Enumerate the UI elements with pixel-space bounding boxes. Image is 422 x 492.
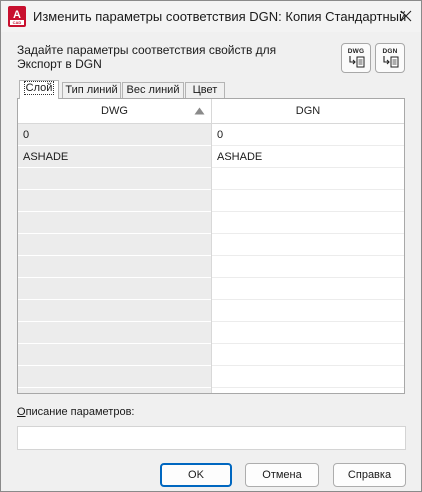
table-row[interactable]: ASHADE [212, 146, 404, 168]
tab-linetype[interactable]: Тип линий [62, 82, 121, 98]
empty-row [212, 212, 404, 234]
empty-row [212, 234, 404, 256]
dwg-cell: ASHADE [23, 151, 69, 163]
tab-layer-label: Слой [23, 81, 55, 95]
dgn-cell: 0 [217, 129, 224, 141]
empty-row [18, 212, 211, 234]
instruction-text: Задайте параметры соответствия свойств д… [17, 43, 277, 71]
close-button[interactable] [393, 4, 419, 28]
help-button[interactable]: Справка [333, 463, 406, 487]
description-label-text: писание параметров: [25, 406, 135, 418]
table-row[interactable]: 0 [212, 124, 404, 146]
dgn-convert-icon [383, 56, 399, 68]
empty-row [212, 300, 404, 322]
table-row[interactable]: ASHADE [18, 146, 211, 168]
cancel-button[interactable]: Отмена [245, 463, 319, 487]
dgn-column-header[interactable]: DGN [212, 99, 404, 124]
svg-text:CAD: CAD [13, 20, 22, 25]
empty-row [212, 322, 404, 344]
ok-button[interactable]: OK [160, 463, 232, 487]
dwg-column: DWG 0 ASHADE [18, 99, 211, 393]
dgn-column-header-label: DGN [295, 105, 321, 117]
empty-row [212, 256, 404, 278]
empty-row [212, 278, 404, 300]
dwg-convert-icon [349, 56, 365, 68]
title-bar: A CAD Изменить параметры соответствия DG… [1, 1, 421, 32]
autocad-icon: A CAD [8, 6, 26, 27]
svg-text:A: A [13, 9, 21, 21]
dgn-mapping-button[interactable]: DGN [375, 43, 405, 73]
dgn-column: DGN 0 ASHADE [211, 99, 404, 393]
mapping-grid: DWG 0 ASHADE DGN 0 ASHADE [17, 98, 405, 394]
tab-layer[interactable]: Слой [19, 80, 59, 99]
empty-row [18, 234, 211, 256]
empty-row [18, 366, 211, 388]
empty-row [18, 256, 211, 278]
tab-lineweight-label: Вес линий [126, 84, 180, 96]
empty-row [212, 344, 404, 366]
empty-row [18, 190, 211, 212]
description-field[interactable] [17, 426, 406, 450]
tab-color[interactable]: Цвет [185, 82, 225, 98]
description-label: Описание параметров: [17, 406, 134, 418]
close-icon [400, 10, 412, 22]
dgn-button-label: DGN [382, 48, 398, 55]
empty-row [18, 300, 211, 322]
window-title: Изменить параметры соответствия DGN: Коп… [33, 9, 407, 24]
tab-lineweight[interactable]: Вес линий [122, 82, 184, 98]
dwg-button-label: DWG [347, 48, 365, 55]
empty-row [18, 278, 211, 300]
dwg-column-header-label: DWG [101, 105, 128, 117]
sort-ascending-icon [194, 107, 205, 115]
description-label-accelerator: О [17, 406, 26, 418]
dwg-mapping-button[interactable]: DWG [341, 43, 371, 73]
tab-linetype-label: Тип линий [65, 84, 118, 96]
mapping-setup-dialog: A CAD Изменить параметры соответствия DG… [0, 0, 422, 492]
dgn-cell: ASHADE [217, 151, 263, 163]
empty-row [212, 190, 404, 212]
tab-color-label: Цвет [192, 84, 218, 96]
empty-row [18, 322, 211, 344]
dwg-column-header[interactable]: DWG [18, 99, 211, 124]
dwg-cell: 0 [23, 129, 30, 141]
empty-row [212, 168, 404, 190]
table-row[interactable]: 0 [18, 124, 211, 146]
empty-row [18, 168, 211, 190]
empty-row [18, 344, 211, 366]
empty-row [212, 366, 404, 388]
